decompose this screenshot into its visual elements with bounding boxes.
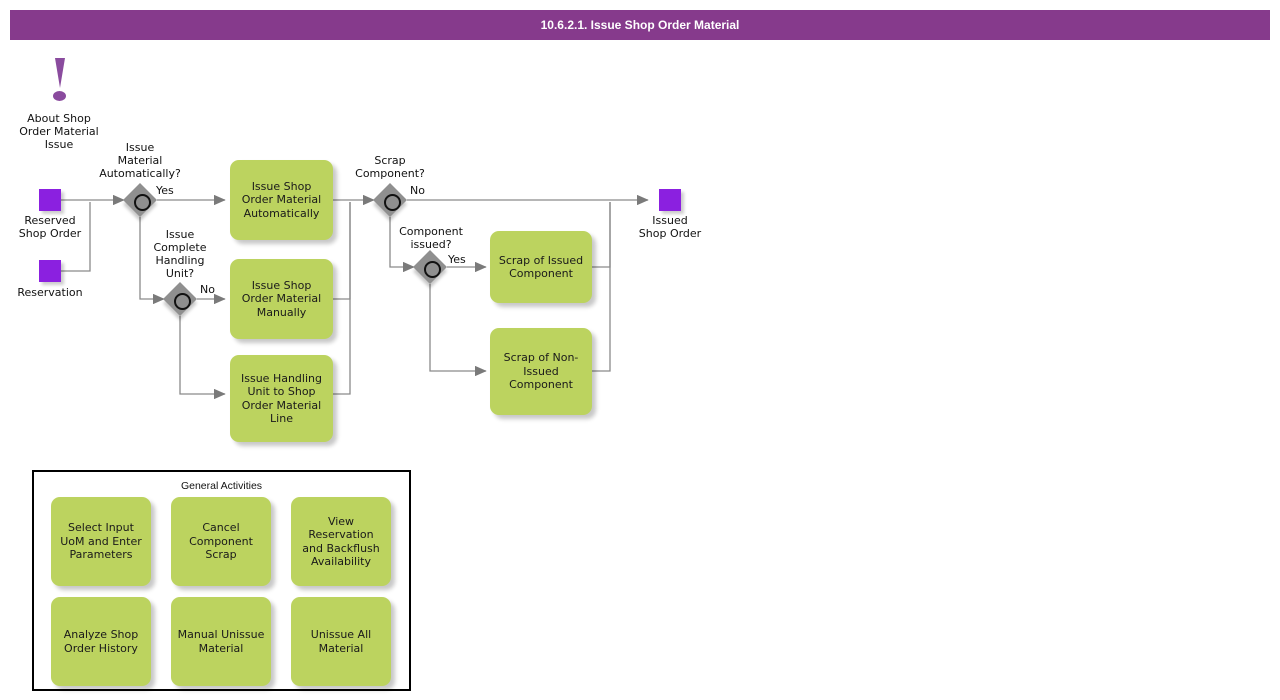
exclamation-dot [53,91,66,101]
branch-label-no-2: No [410,184,425,197]
gateway-issue-complete-handling-unit-label: Issue Complete Handling Unit? [153,228,207,280]
exclamation-bar [55,58,65,88]
branch-label-yes-1: Yes [156,184,174,197]
gateway-component-issued[interactable] [413,250,447,284]
gateway-ring-icon [133,193,151,211]
task-analyze-shop-order-history[interactable]: Analyze Shop Order History [51,597,151,686]
data-object-issued-shop-order[interactable] [659,189,681,211]
reservation-label: Reservation [17,286,83,299]
task-unissue-all-material[interactable]: Unissue All Material [291,597,391,686]
reserved-shop-order-label: Reserved Shop Order [18,214,82,240]
task-issue-shop-order-material-automatically[interactable]: Issue Shop Order Material Automatically [230,160,333,240]
gateway-scrap-component-label: Scrap Component? [355,154,425,180]
gateway-issue-material-automatically[interactable] [123,183,157,217]
task-manual-unissue-material[interactable]: Manual Unissue Material [171,597,271,686]
gateway-component-issued-label: Component issued? [399,225,463,251]
issued-shop-order-label: Issued Shop Order [638,214,702,240]
branch-label-no-1: No [200,283,215,296]
gateway-issue-complete-handling-unit[interactable] [163,282,197,316]
gateway-scrap-component[interactable] [373,183,407,217]
data-object-reservation[interactable] [39,260,61,282]
gateway-issue-material-automatically-label: Issue Material Automatically? [99,141,181,180]
gateway-ring-icon [173,292,191,310]
task-cancel-component-scrap[interactable]: Cancel Component Scrap [171,497,271,586]
task-issue-shop-order-material-manually[interactable]: Issue Shop Order Material Manually [230,259,333,339]
branch-label-yes-2: Yes [448,253,466,266]
page-title: 10.6.2.1. Issue Shop Order Material [10,10,1270,40]
general-activities-title: General Activities [180,480,263,492]
task-scrap-of-issued-component[interactable]: Scrap of Issued Component [490,231,592,303]
gateway-ring-icon [383,193,401,211]
diagram-canvas: 10.6.2.1. Issue Shop Order Material Abou… [0,0,1280,700]
task-scrap-of-non-issued-component[interactable]: Scrap of Non- Issued Component [490,328,592,415]
data-object-reserved-shop-order[interactable] [39,189,61,211]
exclamation-icon [48,58,72,102]
gateway-ring-icon [423,260,441,278]
task-issue-handling-unit-to-shop-order-material-line[interactable]: Issue Handling Unit to Shop Order Materi… [230,355,333,442]
task-view-reservation-and-backflush-availability[interactable]: View Reservation and Backflush Availabil… [291,497,391,586]
task-select-input-uom-and-enter-parameters[interactable]: Select Input UoM and Enter Parameters [51,497,151,586]
